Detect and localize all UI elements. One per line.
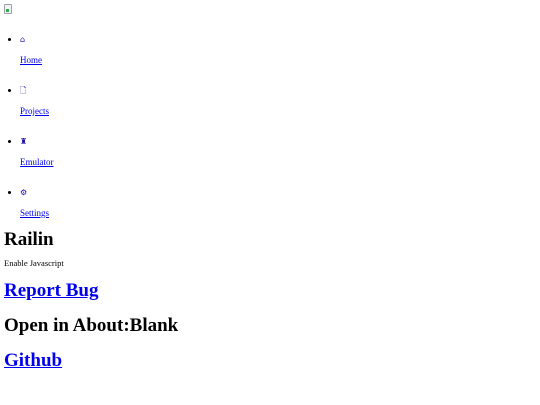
nav-link-projects[interactable]: Projects xyxy=(20,106,536,117)
nav-item-projects: 🗋 Projects xyxy=(20,85,536,117)
gear-icon[interactable]: ⚙ xyxy=(20,188,536,200)
page-title: Railin xyxy=(4,229,54,250)
nav-list: ⌂ Home 🗋 Projects ♜ Emulator ⚙ Settings xyxy=(4,34,536,219)
joystick-icon[interactable]: ♜ xyxy=(20,137,536,149)
open-blank-heading[interactable]: Open in About:Blank xyxy=(4,315,536,337)
nav-item-emulator: ♜ Emulator xyxy=(20,136,536,168)
nav-item-settings: ⚙ Settings xyxy=(20,187,536,219)
github-link[interactable]: Github xyxy=(4,350,62,371)
report-bug-link[interactable]: Report Bug xyxy=(4,280,98,301)
page: ⌂ Home 🗋 Projects ♜ Emulator ⚙ Settings … xyxy=(0,0,540,405)
noscript-message: Enable Javascript xyxy=(4,258,64,268)
nav-item-home: ⌂ Home xyxy=(20,34,536,66)
nav-link-emulator[interactable]: Emulator xyxy=(20,157,536,168)
github-heading: Github xyxy=(4,350,536,372)
nav-link-home[interactable]: Home xyxy=(20,55,536,66)
home-icon[interactable]: ⌂ xyxy=(20,35,536,47)
file-icon[interactable]: 🗋 xyxy=(20,86,536,98)
report-bug-heading: Report Bug xyxy=(4,280,536,302)
nav-link-settings[interactable]: Settings xyxy=(20,208,536,219)
broken-image-icon xyxy=(4,4,12,14)
